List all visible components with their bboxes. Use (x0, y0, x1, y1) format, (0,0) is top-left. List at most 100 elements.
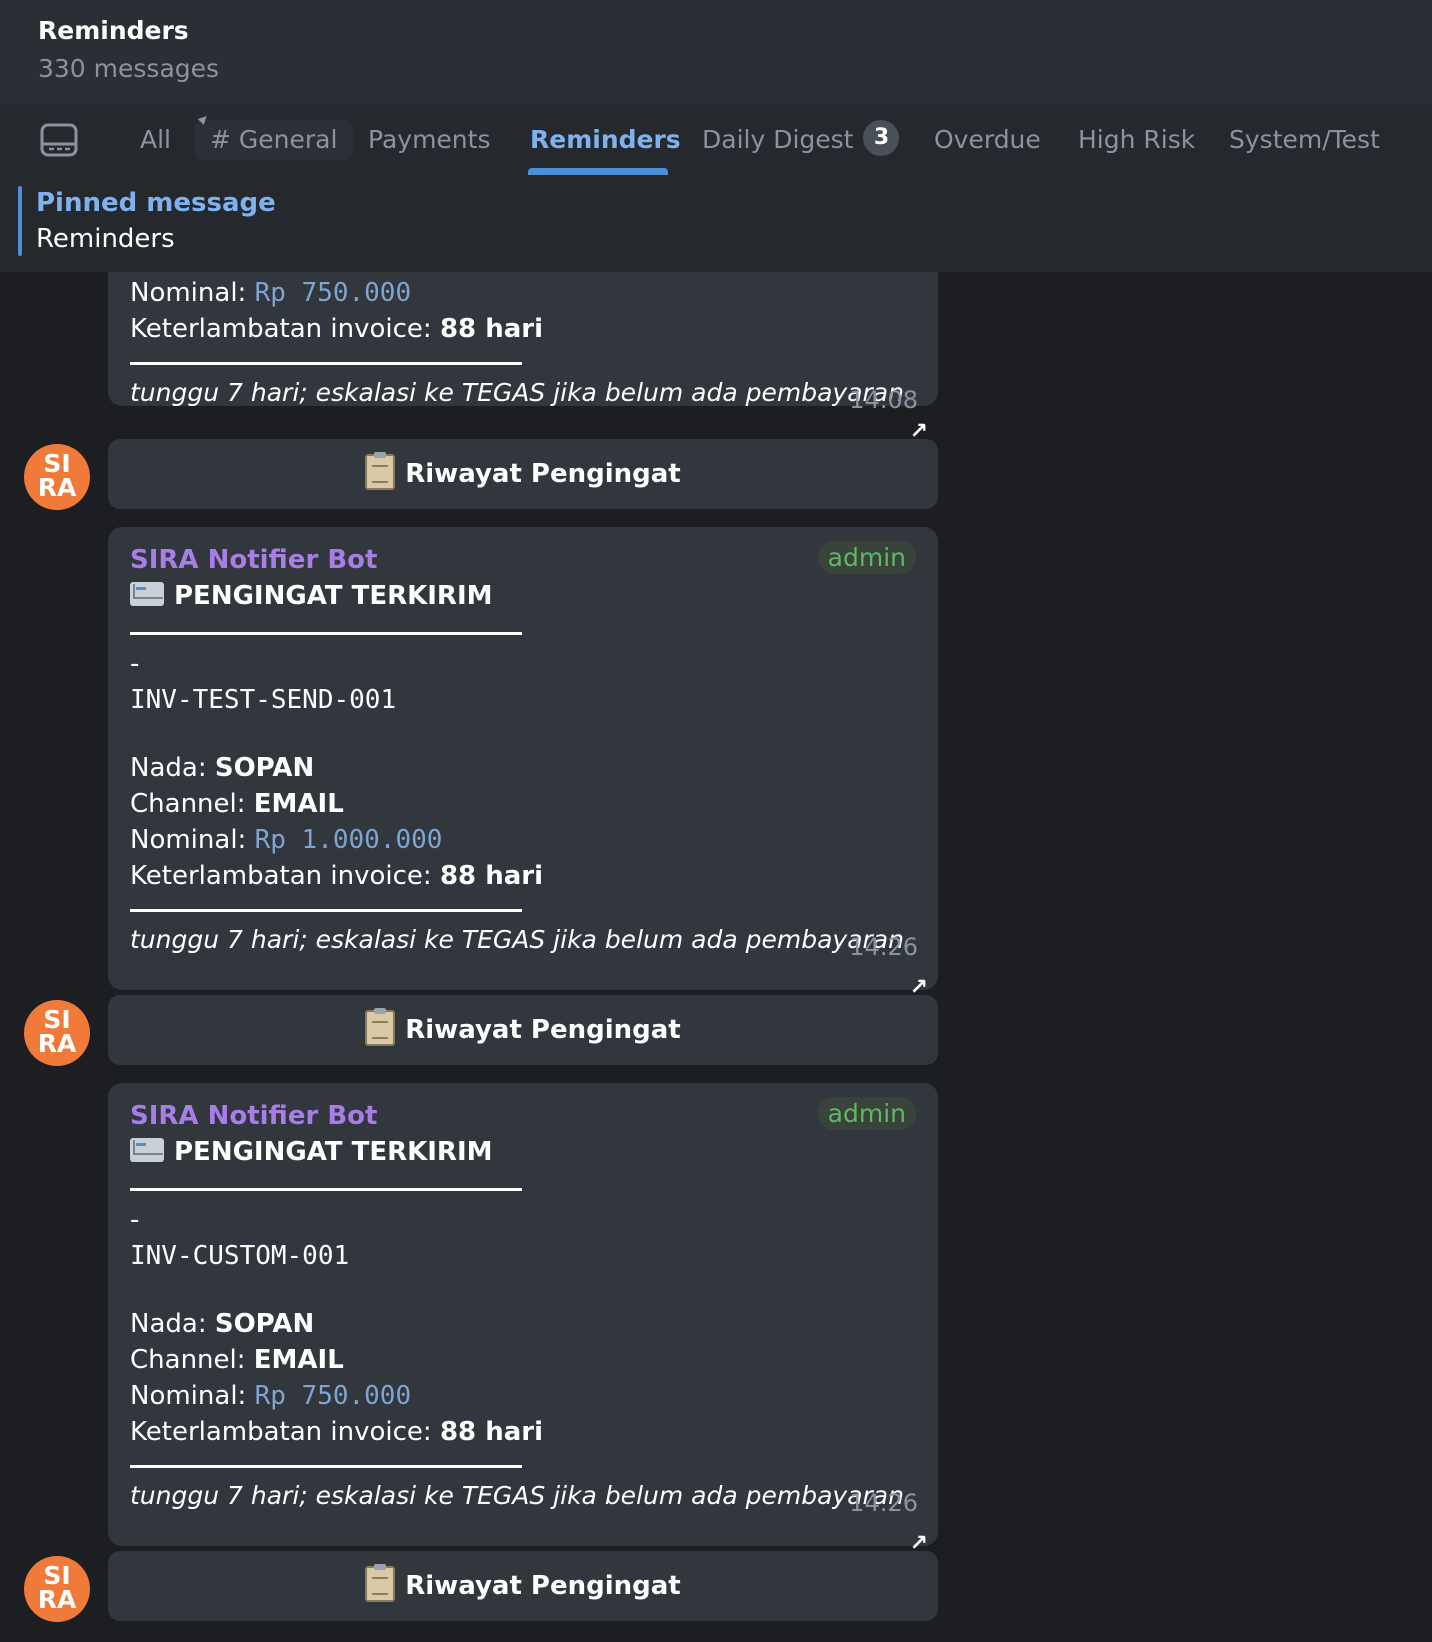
message-heading: PENGINGAT TERKIRIM (174, 1137, 493, 1167)
nominal-line: Nominal: Rp 1.000.000 (130, 825, 442, 855)
nominal-value: Rp 1.000.000 (254, 825, 443, 855)
invoice-id[interactable]: INV-CUSTOM-001 (130, 1241, 349, 1271)
chat-header: Reminders 330 messages (0, 0, 1432, 104)
clipboard-icon (365, 451, 396, 490)
external-link-icon: ↗ (909, 975, 928, 1000)
avatar-text-line2: RA (37, 473, 77, 502)
tone-label: Nada: (130, 1309, 215, 1339)
tone-line: Nada: SOPAN (130, 753, 314, 783)
tab-payments[interactable]: Payments (368, 120, 490, 160)
nominal-label: Nominal: (130, 1381, 255, 1411)
topic-tabs: All # General Payments Reminders Daily D… (0, 104, 1432, 176)
message-heading: PENGINGAT TERKIRIM (174, 581, 493, 611)
nominal-label: Nominal: (130, 825, 255, 855)
avatar-text-line2: RA (37, 1029, 77, 1058)
avatar-text-line2: RA (37, 1585, 77, 1614)
channel-value: EMAIL (253, 1345, 344, 1375)
message-bubble: SIRA Notifier Bot admin PENGINGAT TERKIR… (108, 1083, 938, 1546)
tab-reminders[interactable]: Reminders (530, 120, 681, 160)
nominal-value: Rp 750.000 (254, 1381, 412, 1411)
delay-line: Keterlambatan invoice: 88 hari (130, 314, 543, 344)
button-label: Riwayat Pengingat (405, 459, 681, 489)
chat-title[interactable]: Reminders (38, 16, 189, 45)
delay-label: Keterlambatan invoice: (130, 314, 440, 344)
channel-value: EMAIL (253, 789, 344, 819)
external-link-icon: ↗ (909, 419, 928, 444)
message-note: tunggu 7 hari; eskalasi ke TEGAS jika be… (130, 378, 904, 407)
channel-line: Channel: EMAIL (130, 789, 344, 819)
riwayat-pengingat-button[interactable]: Riwayat Pengingat ↗ (108, 419, 938, 509)
divider (130, 362, 522, 365)
dash-line: - (130, 649, 140, 679)
message-time: 14.08 (849, 386, 918, 414)
delay-line: Keterlambatan invoice: 88 hari (130, 1417, 543, 1447)
tone-line: Nada: SOPAN (130, 1309, 314, 1339)
sender-name[interactable]: SIRA Notifier Bot (130, 1101, 377, 1131)
clipboard-icon (365, 1007, 396, 1046)
button-label: Riwayat Pengingat (405, 1571, 681, 1601)
heading-line: PENGINGAT TERKIRIM (130, 581, 493, 611)
message-note: tunggu 7 hari; eskalasi ke TEGAS jika be… (130, 1481, 904, 1510)
avatar[interactable]: SI RA (24, 1000, 90, 1066)
clipboard-icon (365, 1563, 396, 1602)
divider (130, 909, 522, 912)
avatar[interactable]: SI RA (24, 444, 90, 510)
delay-value: 88 hari (439, 1417, 543, 1447)
nominal-value: Rp 750.000 (254, 278, 412, 308)
message-count: 330 messages (38, 54, 220, 83)
delay-label: Keterlambatan invoice: (130, 1417, 440, 1447)
divider (130, 632, 522, 635)
avatar-text-line1: SI (43, 449, 71, 478)
active-tab-indicator (528, 168, 668, 175)
external-link-icon: ↗ (909, 1531, 928, 1556)
invoice-id[interactable]: INV-TEST-SEND-001 (130, 685, 396, 715)
message-list[interactable]: Nominal: Rp 750.000 Keterlambatan invoic… (0, 272, 1432, 1642)
channel-line: Channel: EMAIL (130, 1345, 344, 1375)
tone-value: SOPAN (214, 753, 315, 783)
message-note: tunggu 7 hari; eskalasi ke TEGAS jika be… (130, 925, 904, 954)
heading-line: PENGINGAT TERKIRIM (130, 1137, 493, 1167)
message-bubble: Nominal: Rp 750.000 Keterlambatan invoic… (108, 272, 938, 414)
avatar-text-line1: SI (43, 1005, 71, 1034)
delay-label: Keterlambatan invoice: (130, 861, 440, 891)
tab-all[interactable]: All (140, 120, 171, 160)
delay-value: 88 hari (439, 861, 543, 891)
message-time: 14.26 (849, 933, 918, 961)
sidebar-toggle-icon[interactable] (40, 123, 78, 157)
divider (130, 1465, 522, 1468)
divider (130, 1188, 522, 1191)
tone-value: SOPAN (214, 1309, 315, 1339)
tab-daily-digest[interactable]: Daily Digest 3 (702, 120, 900, 160)
message-bubble: SIRA Notifier Bot admin PENGINGAT TERKIR… (108, 527, 938, 990)
envelope-icon (130, 1137, 164, 1162)
pinned-accent-bar (18, 186, 22, 256)
delay-line: Keterlambatan invoice: 88 hari (130, 861, 543, 891)
admin-badge: admin (817, 1097, 916, 1130)
tab-daily-digest-label: Daily Digest (702, 125, 854, 154)
envelope-icon (130, 581, 164, 606)
pinned-text: Reminders (36, 224, 175, 254)
pinned-label: Pinned message (36, 188, 276, 218)
tone-label: Nada: (130, 753, 215, 783)
button-label: Riwayat Pengingat (405, 1015, 681, 1045)
channel-label: Channel: (130, 1345, 254, 1375)
nominal-label: Nominal: (130, 278, 255, 308)
riwayat-pengingat-button[interactable]: Riwayat Pengingat ↗ (108, 1531, 938, 1621)
tab-high-risk[interactable]: High Risk (1078, 120, 1195, 160)
avatar-text-line1: SI (43, 1561, 71, 1590)
nominal-line: Nominal: Rp 750.000 (130, 1381, 411, 1411)
pinned-message-bar[interactable]: Pinned message Reminders (0, 176, 1432, 272)
dash-line: - (130, 1205, 140, 1235)
unread-badge: 3 (863, 120, 900, 156)
tab-general[interactable]: # General (194, 120, 354, 160)
avatar[interactable]: SI RA (24, 1556, 90, 1622)
delay-value: 88 hari (439, 314, 543, 344)
riwayat-pengingat-button[interactable]: Riwayat Pengingat ↗ (108, 975, 938, 1065)
message-time: 14.26 (849, 1489, 918, 1517)
nominal-line: Nominal: Rp 750.000 (130, 278, 411, 308)
tab-system-test[interactable]: System/Test (1229, 120, 1380, 160)
admin-badge: admin (817, 541, 916, 574)
sender-name[interactable]: SIRA Notifier Bot (130, 545, 377, 575)
channel-label: Channel: (130, 789, 254, 819)
tab-overdue[interactable]: Overdue (934, 120, 1041, 160)
